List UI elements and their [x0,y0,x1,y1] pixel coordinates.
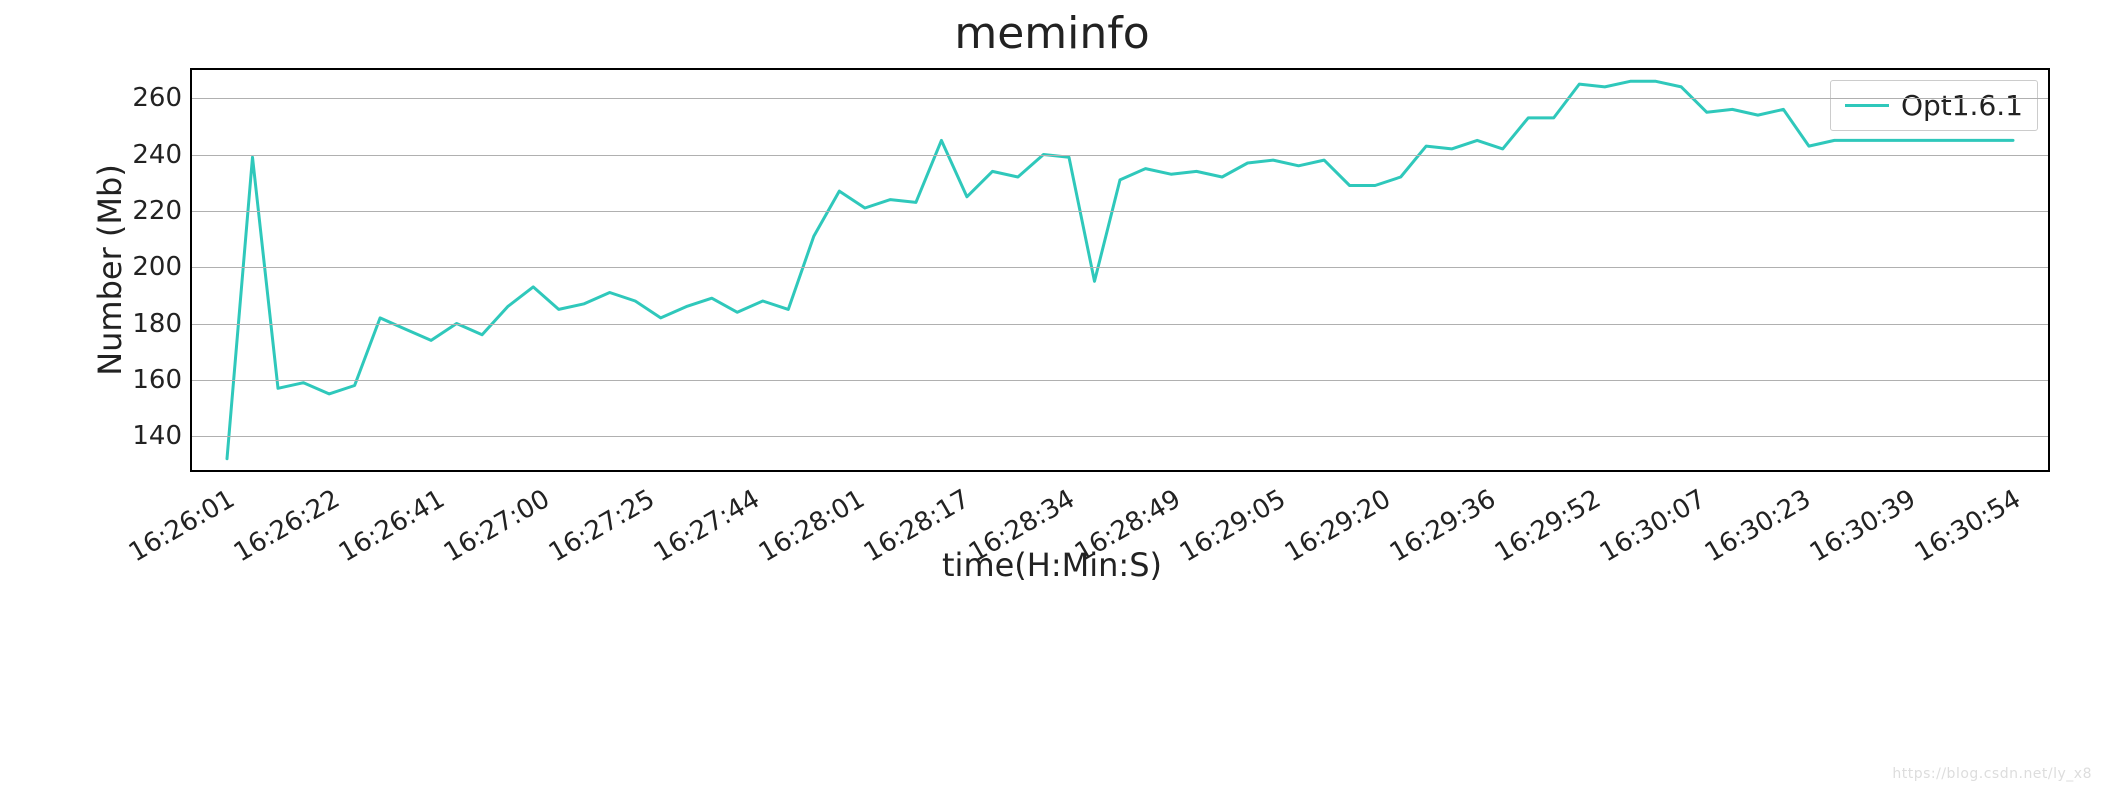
chart-plot-area: Opt1.6.1 [190,68,2050,472]
line-chart-svg [192,70,2048,470]
y-tick-label: 260 [102,83,182,113]
chart-title: meminfo [0,8,2104,59]
watermark-text: https://blog.csdn.net/ly_x8 [1892,766,2092,782]
gridline [192,436,2048,437]
y-tick-label: 160 [102,365,182,395]
y-tick-label: 240 [102,140,182,170]
gridline [192,211,2048,212]
gridline [192,380,2048,381]
gridline [192,98,2048,99]
gridline [192,267,2048,268]
y-tick-label: 200 [102,252,182,282]
gridline [192,155,2048,156]
series-line [227,81,2013,458]
y-tick-label: 180 [102,309,182,339]
chart-figure: meminfo Number (Mb) Opt1.6.1 time(H:Min:… [0,0,2104,788]
gridline [192,324,2048,325]
y-tick-label: 140 [102,421,182,451]
y-tick-label: 220 [102,196,182,226]
